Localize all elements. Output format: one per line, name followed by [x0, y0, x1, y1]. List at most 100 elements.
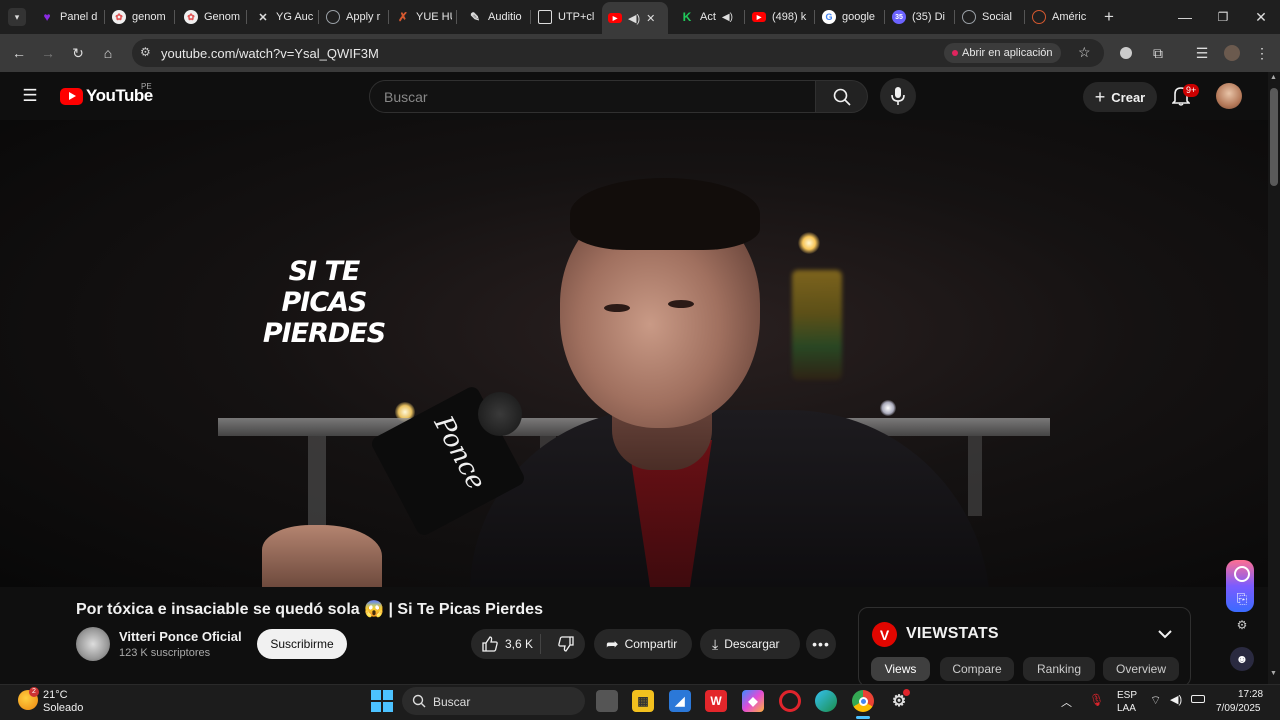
- browser-tab-active[interactable]: ▶ ◀) ✕: [602, 2, 668, 34]
- page-scrollbar-thumb[interactable]: [1270, 88, 1278, 186]
- back-button[interactable]: ←: [8, 42, 30, 64]
- browser-tab[interactable]: K Act ◀): [674, 4, 742, 30]
- list-icon: ☰: [1195, 44, 1209, 61]
- viewstats-tab-overview[interactable]: Overview: [1103, 657, 1179, 681]
- extension-analytics-button[interactable]: ⎘: [1230, 587, 1254, 611]
- clock-time[interactable]: 17:28: [1238, 689, 1263, 700]
- account-avatar[interactable]: [1216, 83, 1242, 109]
- viewstats-tab-views[interactable]: Views: [871, 657, 930, 681]
- robot-icon: ☻: [1235, 652, 1249, 666]
- share-button[interactable]: ➦ Compartir: [594, 629, 692, 659]
- voice-search-button[interactable]: [880, 78, 916, 114]
- site-info-icon[interactable]: ⚙: [140, 45, 151, 59]
- browser-tab[interactable]: Social: [956, 4, 1020, 30]
- forward-button[interactable]: →: [37, 42, 59, 64]
- grid-icon: [538, 10, 552, 24]
- weather-alert-badge: 2: [29, 687, 39, 697]
- restore-button[interactable]: ❐: [1204, 0, 1242, 34]
- like-dislike-group: 3,6 K: [471, 629, 585, 659]
- video-player[interactable]: Ponce SI TE PICAS PIERDES: [0, 120, 1268, 587]
- globe-icon: [962, 10, 976, 24]
- address-bar[interactable]: ⚙ youtube.com/watch?v=Ysal_QWIF3M Abrir …: [132, 39, 1104, 67]
- microphone-head: [478, 392, 522, 436]
- browser-menu-button[interactable]: ⋮: [1251, 42, 1273, 64]
- orb-icon: [1234, 566, 1250, 582]
- like-button[interactable]: 3,6 K: [471, 634, 541, 654]
- extensions-button[interactable]: ⧉: [1147, 42, 1169, 64]
- speaker-icon[interactable]: ◀): [722, 12, 733, 23]
- bookmark-star-icon[interactable]: ☆: [1078, 44, 1091, 61]
- reload-button[interactable]: ↻: [67, 42, 89, 64]
- browser-tab[interactable]: UTP+cl: [532, 4, 600, 30]
- browser-tab[interactable]: ✕ YG Auc: [250, 4, 314, 30]
- browser-tab[interactable]: G google: [816, 4, 882, 30]
- copilot-icon[interactable]: ◆: [742, 690, 764, 712]
- browser-tab[interactable]: ✎ Auditio: [462, 4, 526, 30]
- tray-microphone-icon[interactable]: 🎙: [1089, 693, 1104, 707]
- extension-orb-button[interactable]: [1230, 562, 1254, 586]
- store-icon[interactable]: ▦: [632, 690, 654, 712]
- viewstats-tab-ranking[interactable]: Ranking: [1023, 657, 1095, 681]
- wifi-icon[interactable]: ⌔: [1150, 693, 1161, 708]
- download-button[interactable]: ⤓ Descargar: [700, 629, 800, 659]
- browser-tab[interactable]: 35 (35) Di: [886, 4, 950, 30]
- start-button[interactable]: [371, 690, 393, 712]
- hand: [262, 525, 382, 587]
- new-tab-button[interactable]: +: [1098, 6, 1120, 28]
- profile-lens-button[interactable]: [1115, 42, 1137, 64]
- scroll-down-arrow[interactable]: ▼: [1270, 670, 1277, 677]
- channel-name[interactable]: Vitteri Ponce Oficial: [119, 629, 242, 644]
- viewstats-collapse-button[interactable]: [1155, 624, 1175, 644]
- browser-tab[interactable]: ♥ Panel d: [34, 4, 100, 30]
- weather-temperature[interactable]: 21°C: [43, 689, 68, 701]
- home-button[interactable]: ⌂: [97, 42, 119, 64]
- close-tab-icon[interactable]: ✕: [646, 12, 655, 25]
- vscode-like-icon[interactable]: ◢: [669, 690, 691, 712]
- viewstats-tab-compare[interactable]: Compare: [940, 657, 1014, 681]
- tab-label: Panel d: [60, 11, 98, 23]
- guide-menu-button[interactable]: ☰: [18, 84, 42, 108]
- clock-date[interactable]: 7/09/2025: [1216, 703, 1261, 714]
- search-button[interactable]: [816, 80, 868, 113]
- weather-description[interactable]: Soleado: [43, 702, 83, 714]
- more-actions-button[interactable]: •••: [806, 629, 836, 659]
- open-in-app-button[interactable]: Abrir en aplicación: [944, 43, 1061, 63]
- task-view-icon[interactable]: [596, 690, 618, 712]
- url-text[interactable]: youtube.com/watch?v=Ysal_QWIF3M: [161, 46, 379, 61]
- close-window-button[interactable]: ✕: [1242, 0, 1280, 34]
- taskbar-search[interactable]: Buscar: [402, 687, 585, 715]
- reading-list-button[interactable]: ☰: [1191, 42, 1213, 64]
- browser-tab[interactable]: ✗ YUE HU: [390, 4, 452, 30]
- battery-icon[interactable]: [1191, 695, 1205, 703]
- channel-avatar[interactable]: [76, 627, 110, 661]
- edge-icon[interactable]: [815, 690, 837, 712]
- volume-icon[interactable]: ◀): [1170, 693, 1182, 706]
- minimize-button[interactable]: —: [1166, 0, 1204, 34]
- taskbar-search-label: Buscar: [433, 695, 471, 709]
- profile-button[interactable]: [1221, 42, 1243, 64]
- extension-tools-button[interactable]: ⚙: [1230, 613, 1254, 637]
- assistant-button[interactable]: ☻: [1230, 647, 1254, 671]
- wps-office-icon[interactable]: W: [705, 690, 727, 712]
- tab-label: YUE HU: [416, 11, 452, 23]
- opera-icon[interactable]: [779, 690, 801, 712]
- browser-tab[interactable]: ▶ (498) k: [746, 4, 810, 30]
- tab-label: (498) k: [772, 11, 807, 23]
- browser-tab[interactable]: ✿ Genom: [178, 4, 242, 30]
- chrome-icon[interactable]: [852, 690, 874, 712]
- language-indicator-line1[interactable]: ESP: [1117, 690, 1137, 701]
- create-button[interactable]: + Crear: [1083, 82, 1157, 112]
- browser-tab[interactable]: ✿ genom: [106, 4, 170, 30]
- subscribe-button[interactable]: Suscribirme: [257, 629, 347, 659]
- tray-overflow-icon[interactable]: ︿: [1061, 694, 1072, 710]
- language-indicator-line2[interactable]: LAA: [1117, 703, 1136, 714]
- scroll-up-arrow[interactable]: ▲: [1270, 74, 1277, 81]
- youtube-logo-icon[interactable]: [60, 88, 83, 105]
- search-input[interactable]: Buscar: [369, 80, 816, 113]
- speaker-icon[interactable]: ◀): [628, 12, 640, 25]
- browser-tab[interactable]: Apply r: [320, 4, 382, 30]
- tab-search-menu-button[interactable]: ▾: [8, 8, 26, 26]
- more-vertical-icon: ⋮: [1255, 44, 1269, 61]
- dislike-button[interactable]: [547, 636, 585, 652]
- browser-tab[interactable]: Améric: [1026, 4, 1092, 30]
